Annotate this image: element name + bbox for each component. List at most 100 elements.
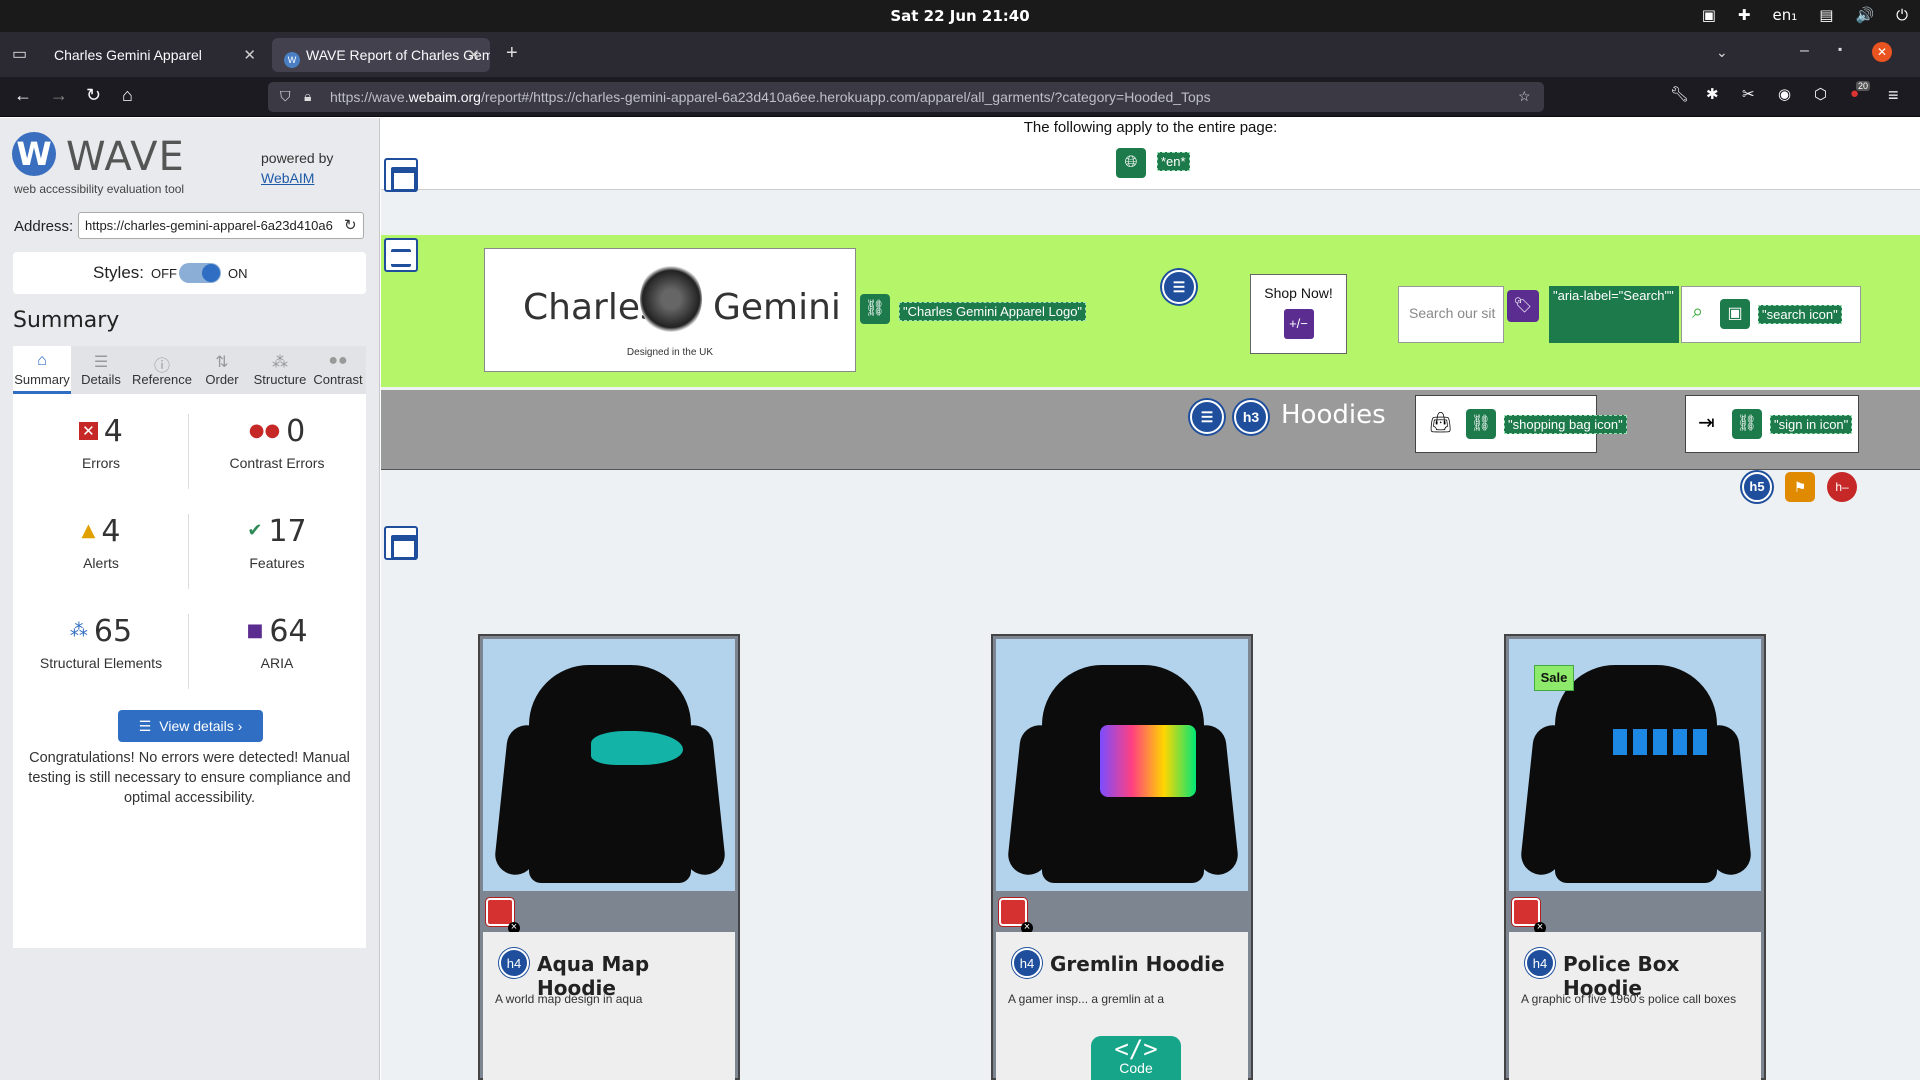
language-indicator[interactable]: en₁ — [1773, 6, 1798, 24]
back-arrow-icon[interactable]: ← — [14, 85, 32, 106]
tab-reference[interactable]: ⓘ Reference — [131, 346, 193, 394]
tab-label: Order — [205, 372, 239, 387]
home-icon[interactable]: ⌂ — [122, 85, 133, 106]
maximize-button[interactable]: ▪ — [1838, 42, 1842, 56]
tab-order[interactable]: ⇅ Order — [193, 346, 251, 394]
address-input[interactable]: https://charles-gemini-apparel-6a23d410a… — [78, 212, 364, 239]
possible-heading-alert-icon[interactable]: ⚑ — [1785, 472, 1815, 502]
linked-image-icon[interactable]: ⛓ — [860, 294, 890, 324]
stat-alerts[interactable]: ▲ 4 Alerts — [13, 504, 189, 596]
new-tab-button[interactable]: + — [506, 42, 518, 65]
hoodies-heading: Hoodies — [1281, 400, 1386, 430]
webaim-link[interactable]: WebAIM — [261, 170, 314, 186]
wave-logo-text: WAVE — [66, 134, 185, 180]
product-card[interactable]: h4 Aqua Map Hoodie A world map design in… — [478, 634, 740, 1080]
extension-gear-icon[interactable]: ✱ — [1706, 85, 1719, 103]
logo-alt-label: "Charles Gemini Apparel Logo" — [899, 302, 1087, 321]
volume-icon[interactable]: 🔊 — [1855, 6, 1874, 24]
shop-now-button[interactable]: Shop Now! +/− — [1250, 274, 1347, 354]
search-button[interactable]: ⌕ ▣ "search icon" — [1681, 286, 1861, 343]
alert-icon: ▲ — [81, 520, 96, 541]
errors-count: 4 — [103, 414, 123, 449]
view-details-button[interactable]: ☰ View details › — [118, 710, 263, 742]
navigation-region-icon[interactable] — [384, 238, 418, 272]
features-label: Features — [249, 555, 305, 571]
minimize-button[interactable]: – — [1800, 42, 1809, 60]
product-title[interactable]: Gremlin Hoodie — [1050, 952, 1225, 976]
tab-list-chevron-icon[interactable]: ⌄ — [1716, 44, 1728, 61]
tab-summary[interactable]: ⌂ Summary — [13, 346, 71, 394]
refresh-icon[interactable]: ↻ — [344, 216, 357, 234]
language-label: *en* — [1157, 152, 1190, 171]
sign-in-button[interactable]: ⇥ ⛓ "sign in icon" — [1685, 395, 1859, 453]
h4-heading-icon[interactable]: h4 — [1525, 948, 1555, 978]
list-icon: ☰ — [138, 718, 152, 734]
product-image[interactable]: Sale — [1509, 639, 1761, 891]
wrench-icon[interactable]: 🔧︎ — [1670, 85, 1689, 103]
site-logo[interactable]: Charles Gemini Designed in the UK — [484, 248, 856, 372]
list-structure-icon[interactable]: ☰ — [1162, 270, 1196, 304]
tab-wave-report[interactable]: W WAVE Report of Charles Gem ✕ — [272, 38, 490, 72]
bookmark-star-icon[interactable]: ☆ — [1518, 88, 1531, 105]
url-prefix: https://wave. — [330, 89, 409, 105]
tab-label: Structure — [253, 372, 307, 387]
stat-features[interactable]: ✔ 17 Features — [189, 504, 365, 596]
language-globe-icon[interactable]: 🌐︎ — [1116, 148, 1146, 178]
empty-heading-error-icon[interactable]: h– — [1827, 472, 1857, 502]
product-image[interactable] — [483, 639, 735, 891]
missing-alt-error-icon[interactable] — [1512, 898, 1546, 934]
missing-alt-error-icon[interactable] — [486, 898, 520, 934]
tab-label: Summary — [14, 372, 70, 387]
keyboard-icon[interactable]: ▤ — [1819, 6, 1833, 24]
tab-structure[interactable]: ⁂ Structure — [251, 346, 309, 394]
reload-icon[interactable]: ↻ — [86, 85, 101, 106]
h4-heading-icon[interactable]: h4 — [499, 948, 529, 978]
shopping-bag-button[interactable]: 👜︎ ⛓ "shopping bag icon" — [1415, 395, 1627, 453]
close-window-button[interactable]: ✕ — [1872, 42, 1892, 62]
styles-toggle[interactable] — [179, 263, 221, 283]
magnifier-icon: ⌕ — [1692, 301, 1704, 323]
structure-icon: ⁂ — [69, 620, 88, 641]
list-structure-icon[interactable]: ☰ — [1190, 400, 1224, 434]
h3-heading-icon[interactable]: h3 — [1234, 400, 1268, 434]
tab-label: Charles Gemini Apparel — [54, 47, 202, 63]
wave-favicon-icon: W — [284, 52, 300, 68]
system-clock[interactable]: Sat 22 Jun 21:40 — [0, 7, 1920, 25]
h5-heading-icon[interactable]: h5 — [1742, 472, 1772, 502]
product-image[interactable] — [996, 639, 1248, 891]
close-tab-icon[interactable]: ✕ — [467, 46, 480, 64]
menu-hamburger-icon[interactable]: ≡ — [1888, 85, 1899, 106]
extensions-puzzle-icon[interactable]: ⬡ — [1814, 85, 1827, 103]
stat-errors[interactable]: ✕ 4 Errors — [13, 404, 189, 496]
aria-count: 64 — [269, 614, 308, 649]
search-icon-alt-label: "search icon" — [1758, 305, 1842, 324]
screenshot-icon[interactable]: ✂ — [1742, 85, 1755, 103]
h4-heading-icon[interactable]: h4 — [1012, 948, 1042, 978]
tab-contrast[interactable]: ●● Contrast — [309, 346, 367, 394]
address-bar[interactable]: ⛉ 🔒︎ https://wave.webaim.org/report#/htt… — [268, 82, 1544, 112]
product-card[interactable]: Sale h4 Police Box Hoodie A graphic of f… — [1504, 634, 1766, 1080]
search-input[interactable]: Search our sit — [1398, 286, 1504, 343]
product-card[interactable]: h4 Gremlin Hoodie A gamer insp... a grem… — [991, 634, 1253, 1080]
tab-details[interactable]: ☰ Details — [72, 346, 130, 394]
code-toggle-button[interactable]: </> Code — [1091, 1036, 1181, 1080]
power-icon[interactable]: ⏻ — [1896, 6, 1908, 24]
missing-alt-error-icon[interactable] — [999, 898, 1033, 934]
profile-extension-icon[interactable]: ◉ — [1778, 85, 1791, 103]
stat-structural[interactable]: ⁂ 65 Structural Elements — [13, 604, 189, 696]
stat-contrast-errors[interactable]: ●● 0 Contrast Errors — [189, 404, 365, 496]
tab-charles-gemini[interactable]: Charles Gemini Apparel ✕ — [42, 38, 266, 72]
sign-in-arrow-icon: ⇥ — [1698, 412, 1715, 434]
display-icon[interactable]: ▣ — [1702, 6, 1716, 24]
stat-aria[interactable]: ■ 64 ARIA — [189, 604, 365, 696]
address-label: Address: — [14, 218, 74, 235]
forward-arrow-icon[interactable]: → — [50, 85, 68, 106]
tab-overview-icon[interactable]: ▭ — [12, 44, 27, 64]
header-region-icon[interactable] — [384, 158, 418, 192]
close-tab-icon[interactable]: ✕ — [243, 46, 256, 64]
shopping-bag-alt-label: "shopping bag icon" — [1504, 415, 1627, 434]
styles-toggle-panel: Styles: OFF ON — [13, 252, 366, 294]
extension-icon[interactable]: ✚ — [1738, 6, 1751, 24]
sign-in-alt-label: "sign in icon" — [1770, 415, 1853, 434]
main-region-icon[interactable] — [384, 526, 418, 560]
